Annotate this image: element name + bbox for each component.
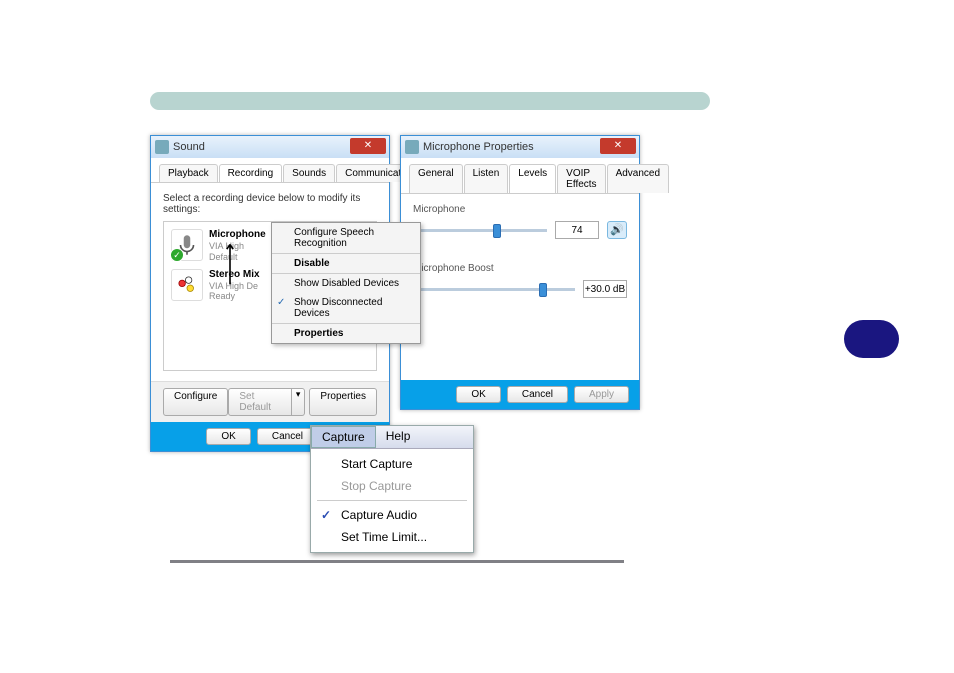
mic-boost-group: Microphone Boost +30.0 dB [413,263,627,298]
device-sub2: Ready [209,291,260,302]
speaker-icon[interactable]: 🔊 [607,221,627,239]
cancel-button[interactable]: Cancel [257,428,318,445]
tab-voip[interactable]: VOIP Effects [557,164,605,193]
menu-stop-capture[interactable]: Stop Capture [311,475,473,497]
menu-start-capture[interactable]: Start Capture [311,453,473,475]
sound-button-row: Configure Set Default ▾ Properties [151,381,389,422]
ctx-show-disabled[interactable]: Show Disabled Devices [272,273,420,293]
menu-capture[interactable]: Capture [311,426,376,448]
device-microphone-info: Microphone VIA High Default [209,229,266,263]
close-button[interactable]: ✕ [600,138,636,154]
capture-menu-header: Capture Help [311,426,473,449]
stereomix-icon [171,269,203,301]
mic-level-group: Microphone 74 🔊 [413,204,627,239]
apply-button[interactable]: Apply [574,386,629,403]
tab-recording[interactable]: Recording [219,164,283,182]
sound-body: Select a recording device below to modif… [151,183,389,381]
device-list[interactable]: ✓ Microphone VIA High Default Stereo Mix… [163,221,377,371]
sound-window: Sound ✕ Playback Recording Sounds Commun… [150,135,390,452]
tab-listen[interactable]: Listen [464,164,509,193]
tab-playback[interactable]: Playback [159,164,218,182]
capture-menu: Capture Help Start Capture Stop Capture … [310,425,474,553]
slider-thumb[interactable] [539,283,547,297]
cancel-button[interactable]: Cancel [507,386,568,403]
ok-button[interactable]: OK [206,428,250,445]
capture-menu-body: Start Capture Stop Capture ✓ Capture Audi… [311,449,473,552]
microphone-icon: ✓ [171,229,203,261]
close-button[interactable]: ✕ [350,138,386,154]
side-blue-pill [844,320,899,358]
tab-sounds[interactable]: Sounds [283,164,335,182]
mic-properties-window: Microphone Properties ✕ General Listen L… [400,135,640,410]
sound-titlebar[interactable]: Sound ✕ [151,136,389,158]
set-default-combo[interactable]: Set Default ▾ [228,388,305,416]
device-stereomix-info: Stereo Mix VIA High De Ready [209,269,260,303]
mic-level-label: Microphone [413,204,627,215]
sound-tabs: Playback Recording Sounds Communications [151,158,389,183]
device-sub1: VIA High De [209,281,260,292]
mic-level-slider[interactable] [413,229,547,232]
mic-boost-label: Microphone Boost [413,263,627,274]
mic-tabs: General Listen Levels VOIP Effects Advan… [401,158,639,194]
device-name: Microphone [209,229,266,241]
instruction-text: Select a recording device below to modif… [163,193,377,215]
check-icon: ✓ [277,297,285,308]
set-default-button[interactable]: Set Default [228,388,291,416]
default-check-icon: ✓ [170,248,184,262]
menu-capture-audio-label: Capture Audio [341,508,417,522]
mic-body: Microphone 74 🔊 Microphone Boost +30.0 d… [401,194,639,380]
slider-thumb[interactable] [493,224,501,238]
properties-button[interactable]: Properties [309,388,377,416]
mic-bottom-bar: OK Cancel Apply [401,380,639,409]
menu-help[interactable]: Help [376,426,421,448]
context-menu: Configure Speech Recognition Disable Sho… [271,222,421,344]
tab-general[interactable]: General [409,164,463,193]
tab-levels[interactable]: Levels [509,164,556,193]
set-default-dropdown[interactable]: ▾ [292,388,306,416]
menu-set-time-limit[interactable]: Set Time Limit... [311,526,473,548]
ctx-show-disconnected-label: Show Disconnected Devices [294,297,382,319]
mic-boost-slider[interactable] [413,288,575,291]
mic-boost-value[interactable]: +30.0 dB [583,280,627,298]
check-icon: ✓ [321,508,331,522]
tab-advanced[interactable]: Advanced [607,164,669,193]
mic-titlebar[interactable]: Microphone Properties ✕ [401,136,639,158]
ctx-configure-speech[interactable]: Configure Speech Recognition [272,223,420,253]
device-sub2: Default [209,252,266,263]
configure-button[interactable]: Configure [163,388,228,416]
menu-capture-audio[interactable]: ✓ Capture Audio [311,504,473,526]
mic-level-value[interactable]: 74 [555,221,599,239]
mic-title-icon [405,140,419,154]
ok-button[interactable]: OK [456,386,500,403]
device-sub1: VIA High [209,241,266,252]
mic-title: Microphone Properties [423,141,534,153]
sound-title: Sound [173,141,205,153]
device-name: Stereo Mix [209,269,260,281]
menu-separator [317,500,467,501]
ctx-disable[interactable]: Disable [272,253,420,273]
sound-icon [155,140,169,154]
ctx-properties[interactable]: Properties [272,323,420,343]
decorative-pill-bar [150,92,710,110]
ctx-show-disconnected[interactable]: ✓ Show Disconnected Devices [272,293,420,323]
horizontal-rule [170,560,624,563]
